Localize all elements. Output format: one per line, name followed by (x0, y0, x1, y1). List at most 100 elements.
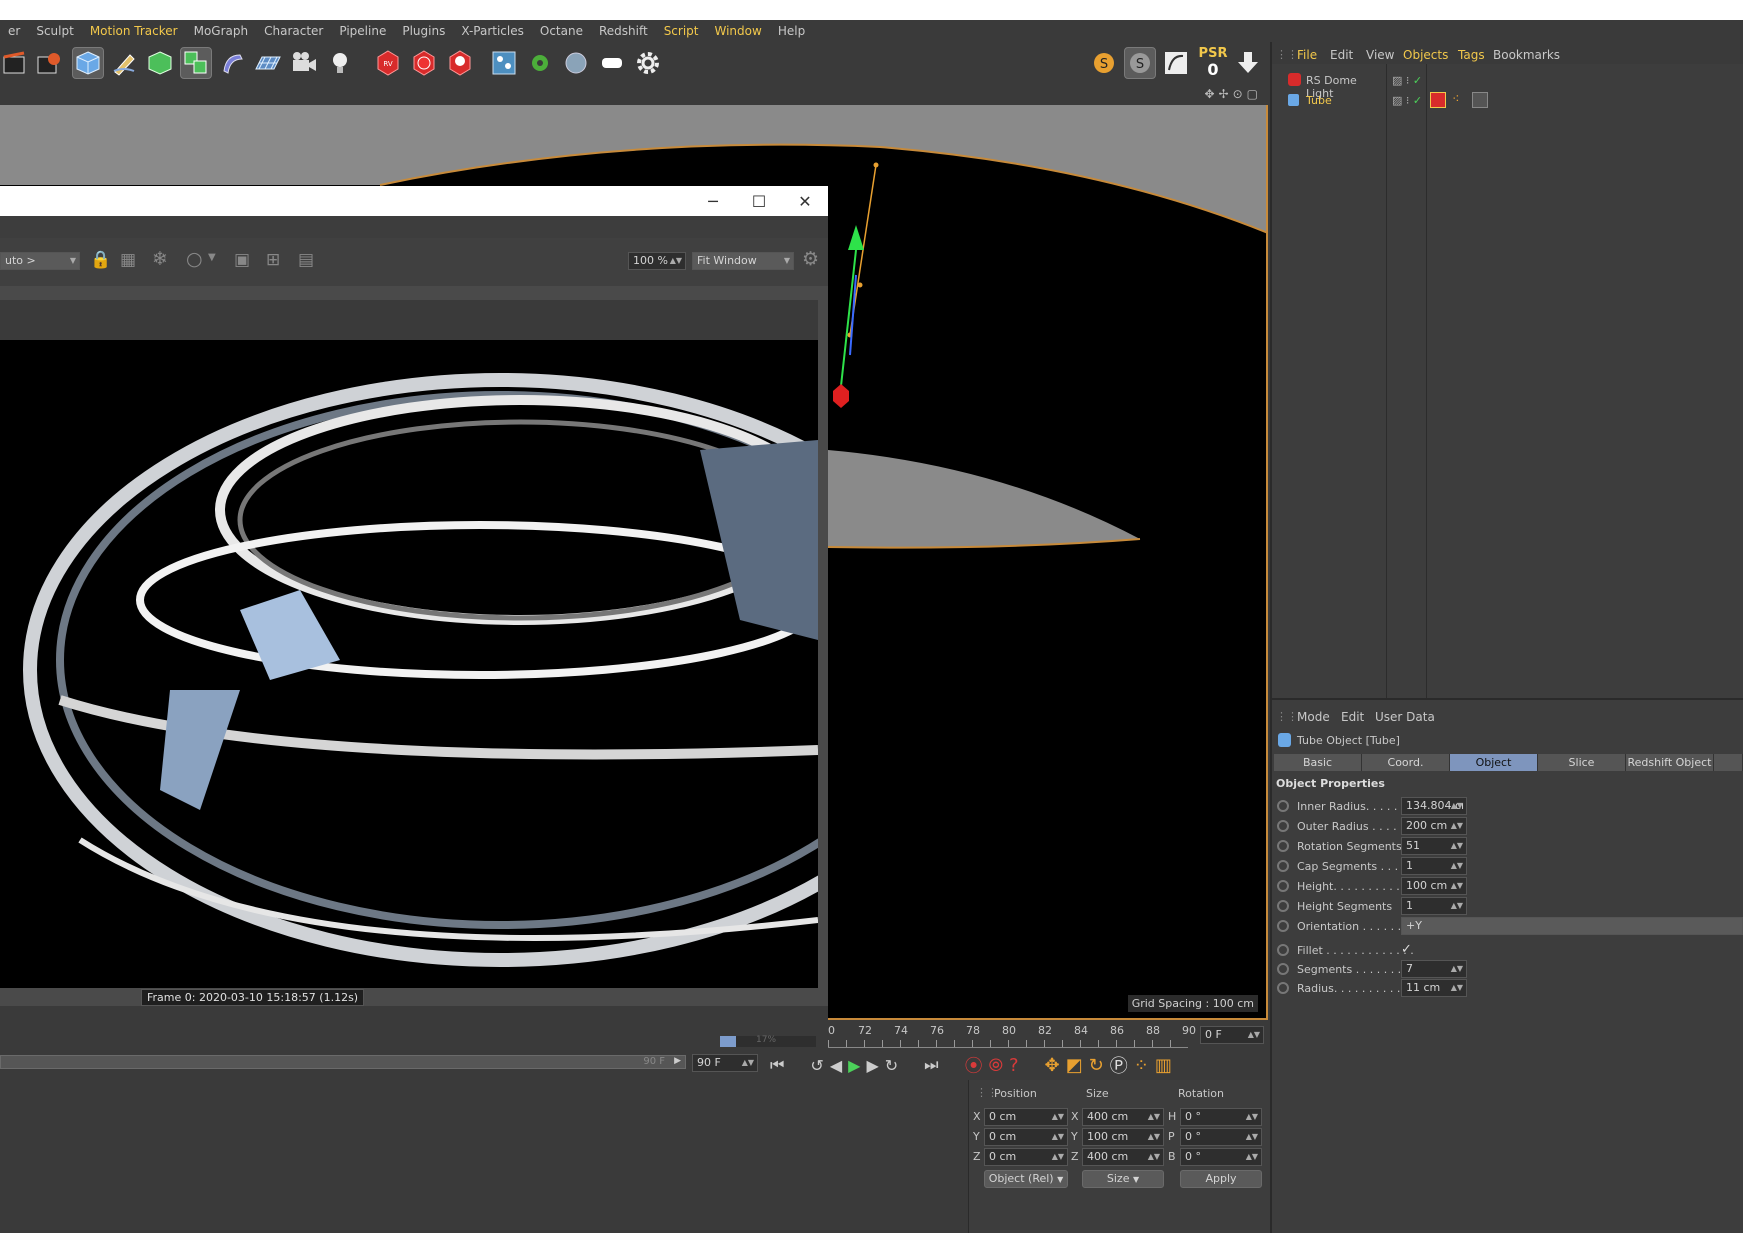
menu-item[interactable]: Script (656, 24, 707, 38)
property-field[interactable]: 1 ▲▼ (1401, 857, 1467, 875)
menu-item[interactable]: X-Particles (453, 24, 532, 38)
size-field[interactable]: 100 cm ▲▼ (1082, 1128, 1164, 1146)
menu-item[interactable]: Window (707, 24, 770, 38)
om-menu-item[interactable]: View (1366, 48, 1394, 62)
step-forward-icon[interactable]: ▶ (866, 1056, 878, 1075)
download-button[interactable] (1232, 47, 1264, 79)
picture-viewer-titlebar[interactable]: ─ ☐ ✕ (0, 186, 828, 216)
chevron-down-icon[interactable]: ▼ (208, 252, 216, 263)
settings-button[interactable] (632, 47, 664, 79)
animation-dot-icon[interactable] (1277, 800, 1289, 812)
frame-range-slider[interactable]: 90 F ▶ (0, 1055, 686, 1069)
phong-tag-icon[interactable]: ⁖ (1452, 92, 1460, 107)
film-strip-icon[interactable]: ▥ (1155, 1055, 1172, 1076)
end-frame-field[interactable]: 90 F ▲▼ (692, 1054, 758, 1072)
menu-item[interactable]: MoGraph (186, 24, 257, 38)
position-field[interactable]: 0 cm ▲▼ (984, 1148, 1068, 1166)
property-field[interactable]: 200 cm ▲▼ (1401, 817, 1467, 835)
am-menu-item[interactable]: User Data (1375, 710, 1435, 724)
property-field[interactable]: 100 cm ▲▼ (1401, 877, 1467, 895)
redshift-material-tag-icon[interactable] (1430, 92, 1446, 108)
redshift-render-button[interactable] (408, 47, 440, 79)
xparticles-modifier-button[interactable] (524, 47, 556, 79)
lod-button[interactable] (1160, 47, 1192, 79)
animation-dot-icon[interactable] (1277, 840, 1289, 852)
am-menu-item[interactable]: Edit (1341, 710, 1364, 724)
property-field[interactable]: 134.804 cı ▲▼ (1401, 797, 1467, 815)
menu-item[interactable]: Pipeline (331, 24, 394, 38)
light-button[interactable] (324, 47, 356, 79)
texture-tag-icon[interactable] (1472, 92, 1488, 108)
menu-item[interactable]: Plugins (394, 24, 453, 38)
tab-overflow[interactable] (1714, 754, 1743, 771)
visibility-toggle-tube[interactable]: ▨ ⁝ ✓ (1392, 94, 1422, 107)
animation-dot-icon[interactable] (1277, 820, 1289, 832)
property-field[interactable]: 11 cm ▲▼ (1401, 979, 1467, 997)
animation-dot-icon[interactable] (1277, 963, 1289, 975)
size-mode-dropdown[interactable]: Size ▼ (1082, 1170, 1164, 1188)
animation-dot-icon[interactable] (1277, 880, 1289, 892)
point-level-icon[interactable]: ⁘ (1134, 1055, 1149, 1076)
om-menu-item[interactable]: Tags (1458, 48, 1485, 62)
image-icon[interactable]: ▣ (234, 250, 250, 270)
om-menu-item[interactable]: Edit (1330, 48, 1353, 62)
solo-button[interactable]: S (1088, 47, 1120, 79)
go-to-start-icon[interactable]: ⏮ (770, 1055, 784, 1075)
object-row-rs-dome-light[interactable]: RS Dome Light (1280, 72, 1386, 100)
tab-basic[interactable]: Basic (1274, 754, 1362, 771)
animation-dot-icon[interactable] (1277, 900, 1289, 912)
om-menu-item[interactable]: Bookmarks (1493, 48, 1560, 62)
minimize-button[interactable]: ─ (690, 186, 736, 216)
render-mode-dropdown[interactable]: uto > ▼ (0, 252, 80, 270)
add-image-icon[interactable]: ⊞ (266, 250, 280, 270)
maximize-button[interactable]: ☐ (736, 186, 782, 216)
animation-dot-icon[interactable] (1277, 860, 1289, 872)
menu-item[interactable]: Help (770, 24, 813, 38)
pen-spline-button[interactable] (108, 47, 140, 79)
autokey-icon[interactable]: ⦾ (989, 1055, 1003, 1076)
tab-slice[interactable]: Slice (1538, 754, 1626, 771)
menu-item[interactable]: er (0, 24, 28, 38)
animation-dot-icon[interactable] (1277, 920, 1289, 932)
pv-image-icon[interactable]: ▤ (298, 250, 314, 270)
play-icon[interactable]: ▶ (848, 1056, 860, 1075)
menu-item[interactable]: Sculpt (28, 24, 81, 38)
viewport-nav-icons[interactable]: ✥✢⊙▢ (1204, 87, 1262, 101)
snowflake-icon[interactable]: ❄ (152, 248, 168, 270)
go-to-end-icon[interactable]: ⏭ (924, 1055, 938, 1075)
circle-mode-icon[interactable]: ○ (186, 248, 203, 270)
area-light-button[interactable] (596, 47, 628, 79)
property-field[interactable]: +Y (1401, 917, 1743, 935)
key-help-icon[interactable]: ? (1009, 1055, 1019, 1076)
xparticles-emitter-button[interactable] (488, 47, 520, 79)
size-field[interactable]: 400 cm ▲▼ (1082, 1148, 1164, 1166)
apply-button[interactable]: Apply (1180, 1170, 1262, 1188)
property-field[interactable]: 1 ▲▼ (1401, 897, 1467, 915)
property-field[interactable]: 7 ▲▼ (1401, 960, 1467, 978)
render-settings-button[interactable] (32, 47, 64, 79)
tab-redshift-object[interactable]: Redshift Object (1626, 754, 1714, 771)
am-menu-item[interactable]: Mode (1297, 710, 1330, 724)
size-field[interactable]: 400 cm ▲▼ (1082, 1108, 1164, 1126)
lock-icon[interactable]: 🔒 (90, 250, 111, 270)
camera-button[interactable] (288, 47, 320, 79)
fit-window-dropdown[interactable]: Fit Window ▼ (692, 252, 794, 270)
tab-coord[interactable]: Coord. (1362, 754, 1450, 771)
animation-dot-icon[interactable] (1277, 944, 1289, 956)
object-row-tube[interactable]: Tube (1280, 92, 1386, 110)
floor-button[interactable] (252, 47, 284, 79)
close-button[interactable]: ✕ (782, 186, 828, 216)
octane-sphere-button[interactable] (560, 47, 592, 79)
grid-icon[interactable]: ▦ (120, 250, 136, 270)
menu-item[interactable]: Octane (532, 24, 591, 38)
param-key-icon[interactable]: Ⓟ (1110, 1052, 1128, 1078)
solo-hierarchy-button[interactable]: S (1124, 47, 1156, 79)
menu-item[interactable]: Character (256, 24, 331, 38)
psr-counter[interactable]: PSR 0 (1196, 46, 1230, 80)
visibility-toggle-dome[interactable]: ▨ ⁝ ✓ (1392, 74, 1422, 87)
rotate-key-icon[interactable]: ↻ (1089, 1055, 1104, 1076)
cube-primitive-button[interactable] (72, 47, 104, 79)
tab-object[interactable]: Object (1450, 754, 1538, 771)
previous-key-icon[interactable]: ↺ (810, 1056, 823, 1075)
array-button[interactable] (180, 47, 212, 79)
